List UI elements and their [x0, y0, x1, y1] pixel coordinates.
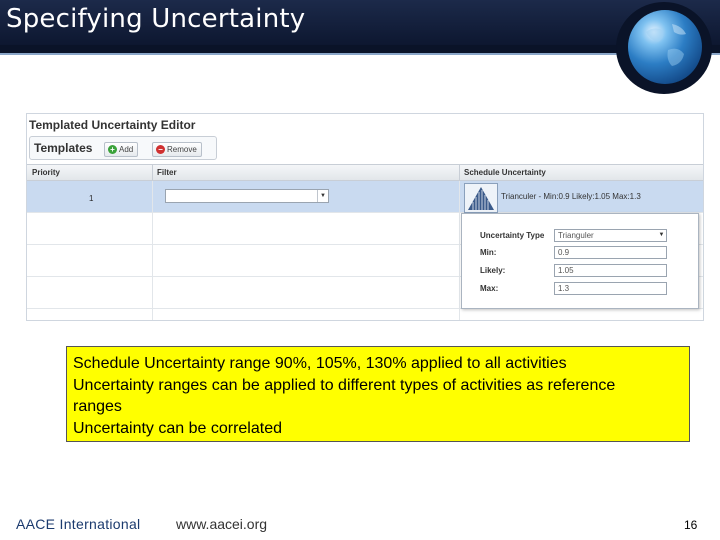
- grid-header: Priority Filter Schedule Uncertainty: [27, 164, 703, 181]
- page-number: 16: [684, 518, 698, 532]
- note-line: Uncertainty ranges can be applied to dif…: [73, 376, 616, 394]
- max-field[interactable]: 1.3: [554, 282, 667, 295]
- column-divider: [152, 165, 153, 180]
- min-label: Min:: [480, 248, 497, 257]
- note-line: Schedule Uncertainty range 90%, 105%, 13…: [73, 355, 567, 372]
- slide-title: Specifying Uncertainty: [6, 4, 306, 34]
- column-header-schedule-uncertainty[interactable]: Schedule Uncertainty: [464, 168, 546, 177]
- templated-uncertainty-editor: Templated Uncertainty Editor Templates +…: [26, 113, 704, 321]
- min-field[interactable]: 0.9: [554, 246, 667, 259]
- max-label: Max:: [480, 284, 499, 293]
- globe-icon: [628, 10, 702, 84]
- column-header-filter[interactable]: Filter: [157, 168, 177, 177]
- header-divider: [0, 53, 720, 55]
- note-box: Schedule Uncertainty range 90%, 105%, 13…: [66, 346, 690, 442]
- uncertainty-type-select[interactable]: Trianguler ▼: [554, 229, 667, 242]
- remove-template-button[interactable]: − Remove: [152, 142, 202, 157]
- add-template-button[interactable]: + Add: [104, 142, 139, 157]
- templates-label: Templates: [34, 141, 93, 155]
- remove-button-label: Remove: [167, 145, 197, 154]
- column-header-priority[interactable]: Priority: [32, 168, 60, 177]
- filter-dropdown[interactable]: ▼: [165, 189, 329, 203]
- likely-label: Likely:: [480, 266, 506, 275]
- aace-logo: AACE International: [16, 516, 141, 532]
- triangular-distribution-icon[interactable]: [464, 183, 498, 213]
- note-line: Uncertainty can be correlated: [73, 419, 282, 437]
- footer-url[interactable]: www.aacei.org: [176, 516, 267, 532]
- likely-field[interactable]: 1.05: [554, 264, 667, 277]
- chevron-down-icon: ▼: [658, 232, 665, 238]
- add-button-label: Add: [119, 145, 134, 154]
- note-line: ranges: [73, 398, 122, 415]
- plus-circle-icon: +: [108, 145, 117, 154]
- uncertainty-summary: Trianculer - Min:0.9 Likely:1.05 Max:1.3: [501, 192, 641, 201]
- minus-circle-icon: −: [156, 145, 165, 154]
- chevron-down-icon: ▼: [317, 190, 328, 202]
- uncertainty-popup: Uncertainty Type Trianguler ▼ Min: 0.9 L…: [461, 213, 699, 309]
- column-divider: [459, 165, 460, 180]
- header-stripe: [0, 45, 720, 53]
- column-divider: [459, 181, 460, 320]
- column-divider: [152, 181, 153, 320]
- priority-cell: 1: [89, 194, 94, 203]
- editor-title: Templated Uncertainty Editor: [29, 118, 196, 132]
- uncertainty-type-label: Uncertainty Type: [480, 231, 545, 240]
- uncertainty-type-value: Trianguler: [558, 231, 594, 240]
- templates-toolbar: Templates + Add − Remove: [29, 136, 217, 160]
